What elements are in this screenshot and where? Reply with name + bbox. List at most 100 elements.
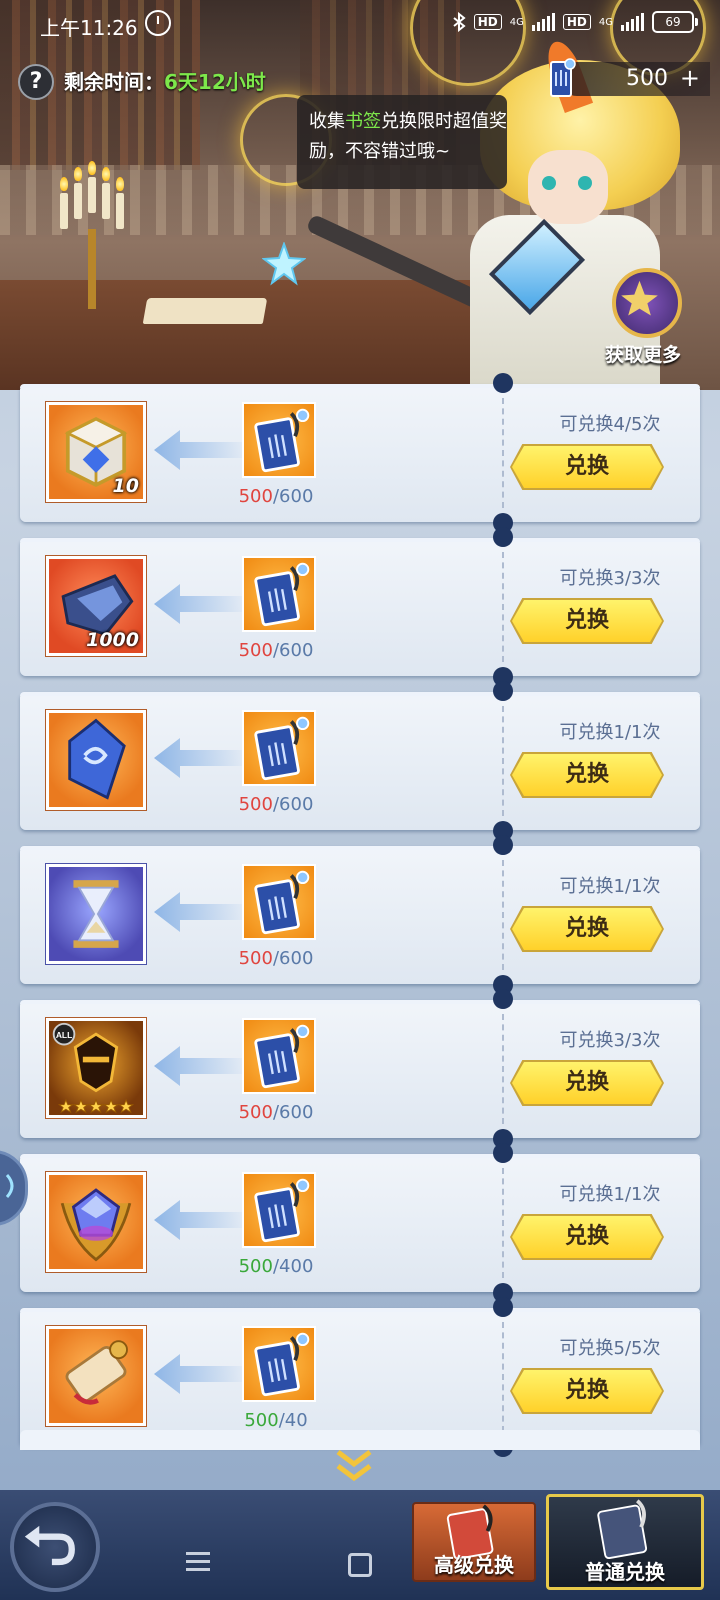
hint-tooltip: 收集书签兑换限时超值奖励，不容错过哦~ [297,95,507,189]
cost-need: /400 [272,1256,314,1277]
exchange-button[interactable]: 兑换 [512,754,662,796]
candelabra-icon [52,161,132,309]
tab-advanced-exchange[interactable]: 高级兑换 [412,1502,536,1582]
cost-have: 500 [238,948,273,969]
cost-have: 500 [238,486,273,507]
cost-need: /600 [272,948,314,969]
remaining-time: 剩余时间：6天12小时 [64,66,266,95]
cost-text: 500/600 [226,1102,326,1123]
status-icons: HD 4G HD 4G 69 [452,11,698,33]
hourglass-icon[interactable] [46,864,146,964]
cost-text: 500/600 [226,486,326,507]
exchange-limit: 可兑换5/5次 [559,1338,661,1359]
exchange-button[interactable]: 兑换 [512,446,662,488]
tab-advanced-label: 高级兑换 [434,1553,514,1577]
exchange-list: 10 500/600 可兑换4/5次 兑换 1000 500/600 可兑换3/… [20,373,700,1462]
crystal-shard-icon[interactable]: 1000 [46,556,146,656]
cost-need: /600 [272,794,314,815]
scroll-icon[interactable] [46,1326,146,1426]
back-arrow-icon [24,1525,75,1566]
scroll-down-icon[interactable] [334,1448,374,1484]
exchange-limit: 可兑换3/3次 [559,1030,661,1051]
add-currency-button[interactable]: + [680,64,700,92]
cost-text: 500/400 [226,1256,326,1277]
cost-text: 500/40 [226,1410,326,1431]
exchange-row: 10 500/600 可兑换4/5次 兑换 [20,373,700,533]
nav-menu-icon[interactable] [186,1552,210,1572]
arrow-left-icon [154,1354,250,1394]
exchange-row: 1000 500/600 可兑换3/3次 兑换 [20,527,700,687]
star-icon [262,242,306,286]
cost-need: /600 [272,486,314,507]
nav-home-icon[interactable] [348,1553,372,1577]
cost-need: /40 [278,1410,308,1431]
alarm-icon [145,10,171,36]
tab-normal-exchange[interactable]: 普通兑换 [546,1494,704,1590]
bookmark-cost-icon [242,864,316,942]
exchange-limit: 可兑换3/3次 [559,568,661,589]
help-button[interactable]: ? [18,64,54,100]
cost-text: 500/600 [226,948,326,969]
arrow-left-icon [154,738,250,778]
hero-mask-icon[interactable]: ALL [46,1018,146,1118]
emblem-icon [612,268,682,338]
mystery-box-icon[interactable]: 10 [46,402,146,502]
bookmark-currency: 500 + [550,58,710,97]
exchange-row: 500/600 可兑换1/1次 兑换 [20,681,700,841]
arrow-left-icon [154,430,250,470]
get-more-label: 获取更多 [604,344,681,366]
cost-have: 500 [238,794,273,815]
exchange-row: 500/40 可兑换5/5次 兑换 [20,1297,700,1457]
cost-have: 500 [238,640,273,661]
svg-text:ALL: ALL [56,1030,72,1040]
cost-text: 500/600 [226,640,326,661]
tooltip-highlight: 书签 [345,111,381,132]
gem-crest-icon[interactable] [46,1172,146,1272]
bookmark-cost-icon [242,1326,316,1404]
exchange-row: 500/600 可兑换1/1次 兑换 [20,835,700,995]
network-type: 4G [598,16,613,28]
signal-icon [621,13,644,31]
bluetooth-icon [453,12,466,32]
arrow-left-icon [154,1200,250,1240]
chevron-right-icon [5,1173,14,1199]
exchange-limit: 可兑换4/5次 [559,414,661,435]
cost-have: 500 [238,1102,273,1123]
get-more-button[interactable]: 获取更多 [598,268,688,368]
signal-icon [531,13,555,31]
exchange-row-partial [20,1430,700,1450]
cost-have: 500 [238,1256,273,1277]
arrow-left-icon [154,584,250,624]
bookmark-icon [597,1499,648,1560]
bookmark-cost-icon [242,1018,316,1096]
exchange-button[interactable]: 兑换 [512,1370,662,1412]
blue-crystal-icon[interactable] [46,710,146,810]
hd-badge: HD [562,14,591,30]
cost-need: /600 [272,1102,314,1123]
remaining-value: 6天12小时 [164,70,266,94]
network-type: 4G [509,16,524,28]
open-book-icon [142,298,268,324]
cost-text: 500/600 [226,794,326,815]
exchange-button[interactable]: 兑换 [512,1062,662,1104]
bookmark-cost-icon [242,1172,316,1250]
tooltip-prefix: 收集 [309,111,345,132]
bookmark-cost-icon [242,556,316,634]
tab-normal-label: 普通兑换 [585,1560,665,1584]
bookmark-cost-icon [242,402,316,480]
exchange-row: 500/400 可兑换1/1次 兑换 [20,1143,700,1303]
cost-have: 500 [244,1410,279,1431]
back-button[interactable] [10,1502,100,1592]
arrow-left-icon [154,892,250,932]
reward-quantity: 1000 [86,629,139,651]
status-bar: 上午11:26 HD 4G HD 4G 69 [0,0,720,48]
exchange-button[interactable]: 兑换 [512,1216,662,1258]
arrow-left-icon [154,1046,250,1086]
character-face [528,150,608,224]
exchange-button[interactable]: 兑换 [512,600,662,642]
reward-quantity: 10 [112,475,139,497]
exchange-row: ALL 500/600 可兑换3/3次 兑换 [20,989,700,1149]
exchange-limit: 可兑换1/1次 [559,1184,661,1205]
exchange-limit: 可兑换1/1次 [559,722,661,743]
exchange-button[interactable]: 兑换 [512,908,662,950]
